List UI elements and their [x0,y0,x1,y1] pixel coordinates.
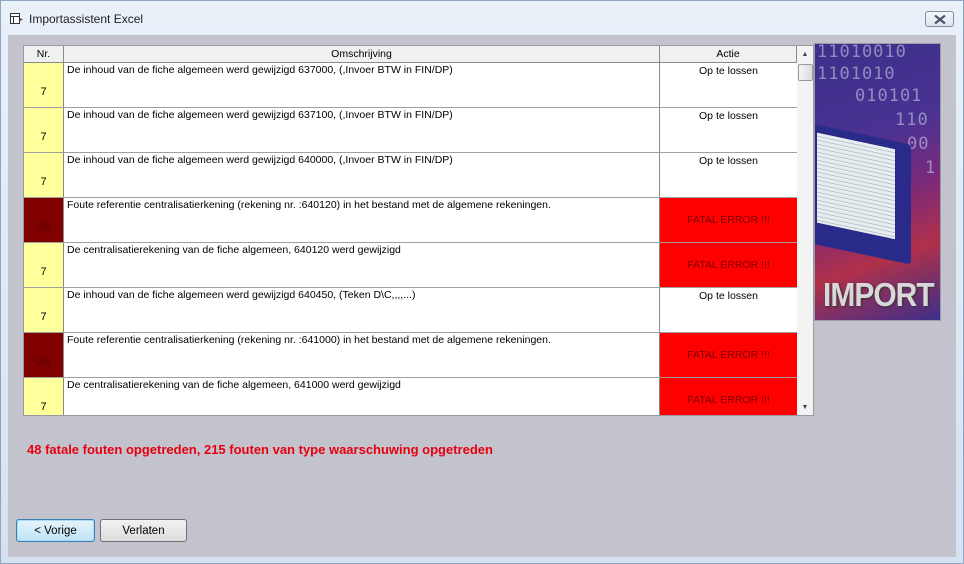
grid-rows: 7 De inhoud van de fiche algemeen werd ge… [24,63,797,415]
row-action-cell[interactable]: FATAL ERROR !!! [660,243,797,287]
row-description-cell: De inhoud van de fiche algemeen werd gew… [64,288,660,332]
binary-text: 010101 [855,86,923,106]
row-description-cell: Foute referentie centralisatierkening (r… [64,198,660,242]
close-button[interactable] [925,11,954,27]
monitor-graphic [815,123,911,265]
table-row[interactable]: 7 De inhoud van de fiche algemeen werd ge… [24,288,797,333]
row-action-cell[interactable]: FATAL ERROR !!! [660,333,797,377]
row-action-cell[interactable]: Op te lossen [660,288,797,332]
column-header-nr[interactable]: Nr. [24,46,64,62]
row-nr-cell: 26 [24,333,64,377]
row-action-cell[interactable]: Op te lossen [660,63,797,107]
row-description-cell: De centralisatierekening van de fiche al… [64,243,660,287]
binary-text: 11010010 [817,43,907,62]
binary-text: 1101010 [817,64,896,84]
scroll-up-button[interactable]: ▲ [797,46,813,62]
scroll-up-arrow-icon: ▲ [801,50,809,58]
row-nr-cell: 7 [24,243,64,287]
row-action-cell[interactable]: Op te lossen [660,153,797,197]
row-action-cell[interactable]: FATAL ERROR !!! [660,378,797,415]
import-caption: IMPORT [823,277,935,314]
table-row[interactable]: 7 De inhoud van de fiche algemeen werd ge… [24,63,797,108]
close-icon [933,14,946,24]
import-illustration: 11010010 1101010 010101 110 00 1 IMPORT [814,43,941,321]
row-description-cell: De inhoud van de fiche algemeen werd gew… [64,108,660,152]
row-nr-cell: 7 [24,63,64,107]
error-grid: Nr. Omschrijving Actie 7 De inhoud van de… [23,45,814,416]
row-description-cell: Foute referentie centralisatierkening (r… [64,333,660,377]
wizard-client-area: Nr. Omschrijving Actie 7 De inhoud van de… [8,35,956,557]
previous-button[interactable]: < Vorige [16,519,95,542]
row-nr-cell: 7 [24,378,64,415]
row-nr-cell: 7 [24,108,64,152]
wizard-window-icon [10,13,23,24]
row-description-cell: De inhoud van de fiche algemeen werd gew… [64,153,660,197]
binary-text: 110 [895,110,929,130]
row-action-cell[interactable]: Op te lossen [660,108,797,152]
row-nr-cell: 7 [24,288,64,332]
column-header-action[interactable]: Actie [660,46,797,62]
table-row[interactable]: 26 Foute referentie centralisatierkening … [24,198,797,243]
scroll-down-button[interactable]: ▼ [797,399,813,415]
import-wizard-window: Importassistent Excel Nr. Omschrijving A… [0,0,964,564]
exit-button[interactable]: Verlaten [100,519,187,542]
column-header-description[interactable]: Omschrijving [64,46,660,62]
row-nr-cell: 26 [24,198,64,242]
grid-header: Nr. Omschrijving Actie [24,46,797,63]
window-title: Importassistent Excel [29,12,144,26]
scroll-down-arrow-icon: ▼ [801,403,809,411]
table-row[interactable]: 7 De centralisatierekening van de fiche a… [24,243,797,288]
table-row[interactable]: 7 De inhoud van de fiche algemeen werd ge… [24,153,797,198]
vertical-scrollbar[interactable]: ▲ ▼ [797,46,813,415]
error-summary: 48 fatale fouten opgetreden, 215 fouten … [27,442,493,457]
scrollbar-thumb[interactable] [798,64,813,81]
row-nr-cell: 7 [24,153,64,197]
row-description-cell: De inhoud van de fiche algemeen werd gew… [64,63,660,107]
table-row[interactable]: 7 De inhoud van de fiche algemeen werd ge… [24,108,797,153]
row-action-cell[interactable]: FATAL ERROR !!! [660,198,797,242]
title-bar: Importassistent Excel [1,1,963,37]
binary-text: 1 [925,158,937,178]
row-description-cell: De centralisatierekening van de fiche al… [64,378,660,415]
table-row[interactable]: 7 De centralisatierekening van de fiche a… [24,378,797,415]
table-row[interactable]: 26 Foute referentie centralisatierkening … [24,333,797,378]
